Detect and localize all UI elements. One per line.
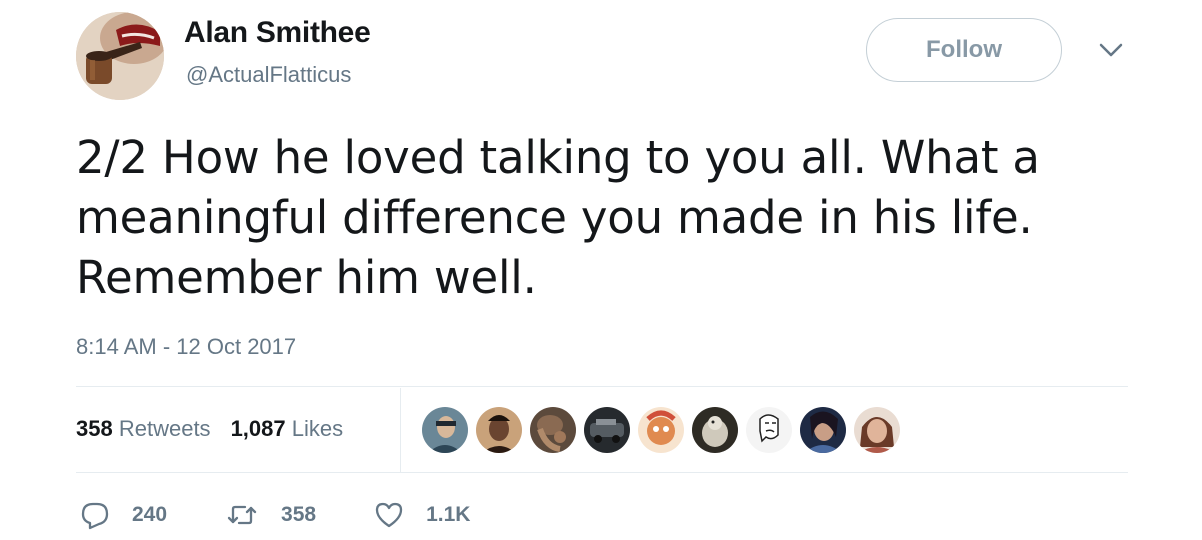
liker-avatar-7[interactable] — [746, 407, 792, 453]
liker-avatar-3[interactable] — [530, 407, 576, 453]
tweet-timestamp[interactable]: 8:14 AM - 12 Oct 2017 — [76, 334, 296, 360]
reply-icon — [81, 502, 109, 530]
retweet-button[interactable]: 358 — [225, 500, 316, 530]
retweets-label: Retweets — [118, 416, 211, 441]
likes-count: 1,087 — [230, 416, 286, 441]
chevron-down-icon — [1099, 43, 1123, 57]
liker-avatar-8[interactable] — [800, 407, 846, 453]
reply-count: 240 — [132, 503, 168, 526]
like-count: 1.1K — [426, 503, 471, 526]
liker-avatar-5[interactable] — [638, 407, 684, 453]
retweet-count: 358 — [281, 503, 317, 526]
tweet-menu-button[interactable] — [1098, 40, 1124, 60]
retweets-count: 358 — [76, 416, 113, 441]
divider — [76, 472, 1128, 473]
likes-stat[interactable]: 1,087 Likes — [231, 416, 344, 442]
like-button[interactable]: 1.1K — [374, 500, 470, 530]
liker-avatar-6[interactable] — [692, 407, 738, 453]
author-handle[interactable]: @ActualFlatticus — [186, 62, 351, 88]
tweet-actions: 240 358 1.1K — [80, 500, 470, 530]
liker-avatar-9[interactable] — [854, 407, 900, 453]
reply-button[interactable]: 240 — [80, 500, 167, 530]
liker-avatar-4[interactable] — [584, 407, 630, 453]
retweet-icon — [227, 505, 257, 525]
author-name[interactable]: Alan Smithee — [184, 16, 371, 50]
heart-icon — [375, 502, 403, 528]
tweet-text: 2/2 How he loved talking to you all. Wha… — [76, 131, 1040, 304]
liker-avatar-2[interactable] — [476, 407, 522, 453]
liker-avatar-1[interactable] — [422, 407, 468, 453]
follow-button[interactable]: Follow — [866, 18, 1062, 82]
pipe-smoker-avatar-icon — [76, 12, 164, 100]
retweets-stat[interactable]: 358 Retweets — [76, 416, 211, 442]
tweet-stats: 358 Retweets 1,087 Likes — [76, 416, 343, 442]
divider — [76, 386, 1128, 387]
stats-separator — [400, 388, 401, 472]
author-avatar[interactable] — [76, 12, 164, 100]
likes-label: Likes — [291, 416, 344, 441]
liker-avatars — [422, 407, 900, 453]
